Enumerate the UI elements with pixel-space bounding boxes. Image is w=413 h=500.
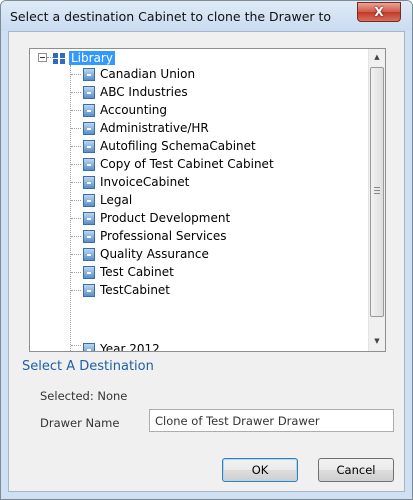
- tree-line: [71, 218, 81, 219]
- cabinet-icon: [83, 104, 95, 117]
- tree-item-label: Accounting: [100, 103, 168, 117]
- cabinet-icon: [83, 176, 95, 189]
- dialog-window: Select a destination Cabinet to clone th…: [0, 0, 413, 500]
- tree-item-label: Legal: [100, 193, 133, 207]
- tree-item[interactable]: ABC Industries: [83, 84, 188, 100]
- tree-line: [70, 65, 71, 351]
- tree-line: [71, 128, 81, 129]
- close-button[interactable]: X: [357, 2, 401, 22]
- tree-item-label: ABC Industries: [100, 85, 188, 99]
- tree-line: [71, 92, 81, 93]
- tree-line: [71, 182, 81, 183]
- cabinet-tree[interactable]: Library Canadian Union ABC Industries Ac…: [29, 48, 386, 352]
- scroll-up-button[interactable]: ▲: [369, 49, 385, 66]
- tree-item-label: Test Cabinet: [100, 265, 174, 279]
- tree-item-label: Copy of Test Cabinet Cabinet: [100, 157, 274, 171]
- tree-item[interactable]: Copy of Test Cabinet Cabinet: [83, 156, 274, 172]
- scroll-down-button[interactable]: ▼: [369, 333, 385, 350]
- ok-button[interactable]: OK: [222, 458, 298, 482]
- scroll-thumb[interactable]: [370, 67, 384, 317]
- library-icon: [52, 52, 66, 65]
- tree-item[interactable]: Professional Services: [83, 228, 227, 244]
- cabinet-icon: [83, 212, 95, 225]
- tree-line: [71, 164, 81, 165]
- title-bar[interactable]: Select a destination Cabinet to clone th…: [1, 1, 412, 31]
- tree-line: [71, 345, 81, 346]
- tree-item-label: TestCabinet: [100, 283, 171, 297]
- tree-item[interactable]: TestCabinet: [83, 282, 170, 298]
- cabinet-icon: [83, 284, 95, 297]
- tree-item-label: Autofiling SchemaCabinet: [100, 139, 256, 153]
- tree-line: [71, 200, 81, 201]
- destination-heading: Select A Destination: [22, 359, 154, 374]
- tree-line: [71, 146, 81, 147]
- tree-item-label: Professional Services: [100, 229, 227, 243]
- cabinet-icon: [83, 158, 95, 171]
- cancel-button[interactable]: Cancel: [318, 458, 394, 482]
- tree-item[interactable]: Test Cabinet: [83, 264, 174, 280]
- arrow-down-icon: ▼: [374, 337, 380, 345]
- tree-item-label: Canadian Union: [100, 67, 196, 81]
- arrow-up-icon: ▲: [374, 53, 380, 61]
- tree-line: [71, 254, 81, 255]
- tree-item-label: InvoiceCabinet: [100, 175, 190, 189]
- tree-line: [71, 290, 81, 291]
- tree-scrollbar[interactable]: ▲ ▼: [368, 49, 385, 351]
- tree-line: [71, 110, 81, 111]
- tree-item[interactable]: Accounting: [83, 102, 167, 118]
- tree-item-label: Quality Assurance: [100, 247, 209, 261]
- tree-item[interactable]: Administrative/HR: [83, 120, 209, 136]
- tree-item[interactable]: Autofiling SchemaCabinet: [83, 138, 256, 154]
- cabinet-icon: [83, 68, 95, 81]
- cabinet-icon: [83, 343, 95, 351]
- tree-item[interactable]: Product Development: [83, 210, 230, 226]
- tree-item[interactable]: Year 2012: [83, 341, 160, 351]
- cabinet-icon: [83, 86, 95, 99]
- cabinet-icon: [83, 122, 95, 135]
- tree-item-label: Product Development: [100, 211, 231, 225]
- cabinet-icon: [83, 266, 95, 279]
- selected-status: Selected: None: [40, 389, 128, 403]
- drawer-name-label: Drawer Name: [40, 416, 120, 430]
- collapse-icon[interactable]: [38, 53, 47, 62]
- close-icon: X: [374, 5, 384, 19]
- tree-line: [71, 236, 81, 237]
- tree-item-label: Administrative/HR: [100, 121, 209, 135]
- tree-viewport: Library Canadian Union ABC Industries Ac…: [30, 49, 368, 351]
- tree-line: [71, 74, 81, 75]
- cabinet-icon: [83, 248, 95, 261]
- tree-item[interactable]: Legal: [83, 192, 132, 208]
- cabinet-icon: [83, 194, 95, 207]
- dialog-body: Library Canadian Union ABC Industries Ac…: [8, 31, 405, 492]
- tree-item[interactable]: Quality Assurance: [83, 246, 209, 262]
- dialog-title: Select a destination Cabinet to clone th…: [10, 9, 332, 24]
- tree-line: [71, 272, 81, 273]
- tree-item[interactable]: InvoiceCabinet: [83, 174, 189, 190]
- cabinet-icon: [83, 140, 95, 153]
- grip-icon: [374, 187, 380, 194]
- tree-item-label: Year 2012: [100, 342, 160, 351]
- tree-root-label: Library: [69, 51, 115, 65]
- tree-root-library[interactable]: Library: [52, 50, 115, 66]
- drawer-name-input[interactable]: [149, 409, 394, 432]
- cabinet-icon: [83, 230, 95, 243]
- tree-item[interactable]: Canadian Union: [83, 66, 195, 82]
